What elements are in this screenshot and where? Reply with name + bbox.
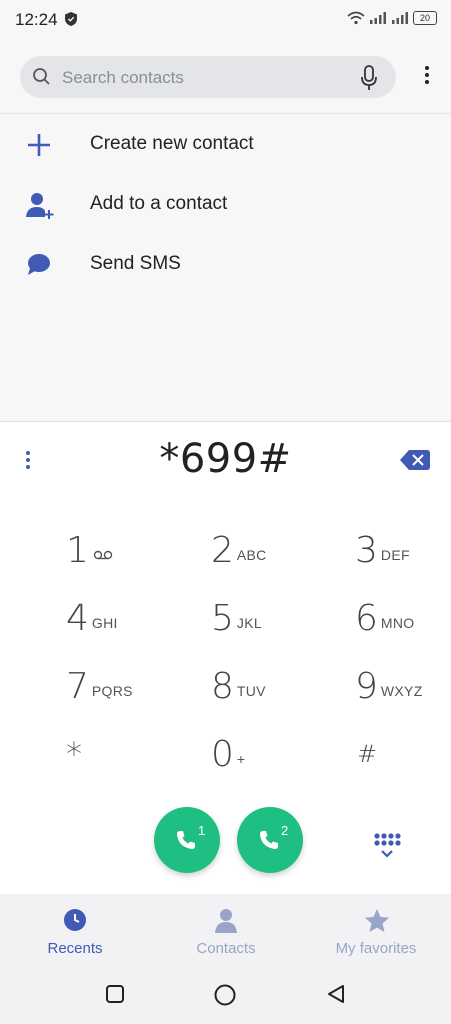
key-digit: 7 (66, 665, 89, 707)
key-7[interactable]: 7 PQRS (66, 654, 196, 718)
search-input[interactable] (60, 56, 354, 100)
recent-apps-icon[interactable] (105, 984, 125, 1004)
key-letters: PQRS (91, 683, 133, 699)
key-letters: JKL (236, 615, 262, 631)
phone-icon (177, 831, 195, 849)
key-2[interactable]: 2 ABC (211, 518, 341, 582)
phone-icon (260, 831, 278, 849)
key-letters: MNO (380, 615, 415, 631)
key-9[interactable]: 9 WXYZ (355, 654, 451, 718)
dialed-number-field[interactable]: *699# (0, 421, 451, 499)
key-letters: GHI (91, 615, 118, 631)
search-bar[interactable] (20, 56, 396, 100)
key-digit: # (357, 740, 378, 768)
create-new-contact-label: Create new contact (90, 133, 254, 154)
bottom-nav: Recents Contacts My favorites (0, 894, 451, 968)
key-letters: WXYZ (380, 683, 423, 699)
key-digit: 4 (66, 597, 89, 639)
person-icon (215, 909, 237, 933)
key-digit: 9 (355, 665, 378, 707)
key-3[interactable]: 3 DEF (355, 518, 451, 582)
key-digit: 2 (211, 529, 234, 571)
voicemail-icon (93, 550, 113, 560)
call-sim1-button[interactable]: 1 (154, 807, 220, 873)
tab-favorites[interactable]: My favorites (301, 894, 451, 968)
key-8[interactable]: 8 TUV (211, 654, 341, 718)
key-letters: ABC (236, 547, 267, 563)
search-icon (33, 68, 50, 85)
dialer-actions: Create new contact Add to a contact Send… (0, 113, 451, 275)
message-bubble-icon (28, 254, 50, 275)
call-sim2-button[interactable]: 2 (237, 807, 303, 873)
tab-contacts[interactable]: Contacts (151, 894, 301, 968)
add-to-contact-item[interactable]: Add to a contact (0, 174, 451, 234)
key-4[interactable]: 4 GHI (66, 586, 196, 650)
signal-icon-2 (392, 12, 408, 24)
sim-label: 1 (198, 823, 206, 838)
key-1[interactable]: 1 (66, 518, 196, 582)
key-letters: DEF (380, 547, 410, 563)
plus-icon (28, 134, 50, 156)
shield-icon (65, 12, 77, 26)
back-icon[interactable] (326, 984, 346, 1004)
clock-icon (64, 909, 86, 931)
send-sms-item[interactable]: Send SMS (0, 234, 451, 294)
system-nav-bar (0, 968, 451, 1024)
key-5[interactable]: 5 JKL (211, 586, 341, 650)
key-letters: TUV (236, 683, 266, 699)
tab-contacts-label: Contacts (196, 940, 256, 957)
tab-favorites-label: My favorites (335, 940, 417, 957)
home-icon[interactable] (214, 984, 236, 1006)
status-bar: 12:24 20 (0, 0, 451, 40)
star-icon (365, 909, 389, 932)
add-to-contact-label: Add to a contact (90, 193, 228, 214)
key-letters: + (236, 751, 246, 767)
key-digit: 0 (211, 733, 234, 775)
add-person-icon (26, 193, 54, 219)
status-time: 12:24 (15, 10, 58, 29)
key-0[interactable]: 0 + (211, 722, 341, 786)
sim-label: 2 (281, 823, 289, 838)
dialpad-icon[interactable] (371, 831, 403, 859)
backspace-icon[interactable] (399, 448, 431, 472)
key-digit: 8 (211, 665, 234, 707)
wifi-icon (347, 11, 365, 25)
key-hash[interactable]: # (357, 722, 451, 786)
key-digit: 6 (355, 597, 378, 639)
key-6[interactable]: 6 MNO (355, 586, 451, 650)
tab-recents-label: Recents (47, 940, 103, 957)
dialed-number: *699# (159, 436, 292, 482)
key-star[interactable]: * (66, 722, 196, 786)
send-sms-label: Send SMS (90, 253, 181, 274)
status-icons: 20 (347, 11, 437, 25)
battery-icon: 20 (413, 11, 437, 25)
signal-icon (370, 12, 386, 24)
mic-icon[interactable] (360, 65, 378, 91)
key-digit: 3 (355, 529, 378, 571)
create-new-contact-item[interactable]: Create new contact (0, 114, 451, 174)
key-digit: 1 (66, 529, 89, 571)
key-digit: 5 (211, 597, 234, 639)
tab-recents[interactable]: Recents (0, 894, 150, 968)
more-options-icon[interactable] (417, 63, 437, 91)
key-digit: * (66, 735, 82, 773)
